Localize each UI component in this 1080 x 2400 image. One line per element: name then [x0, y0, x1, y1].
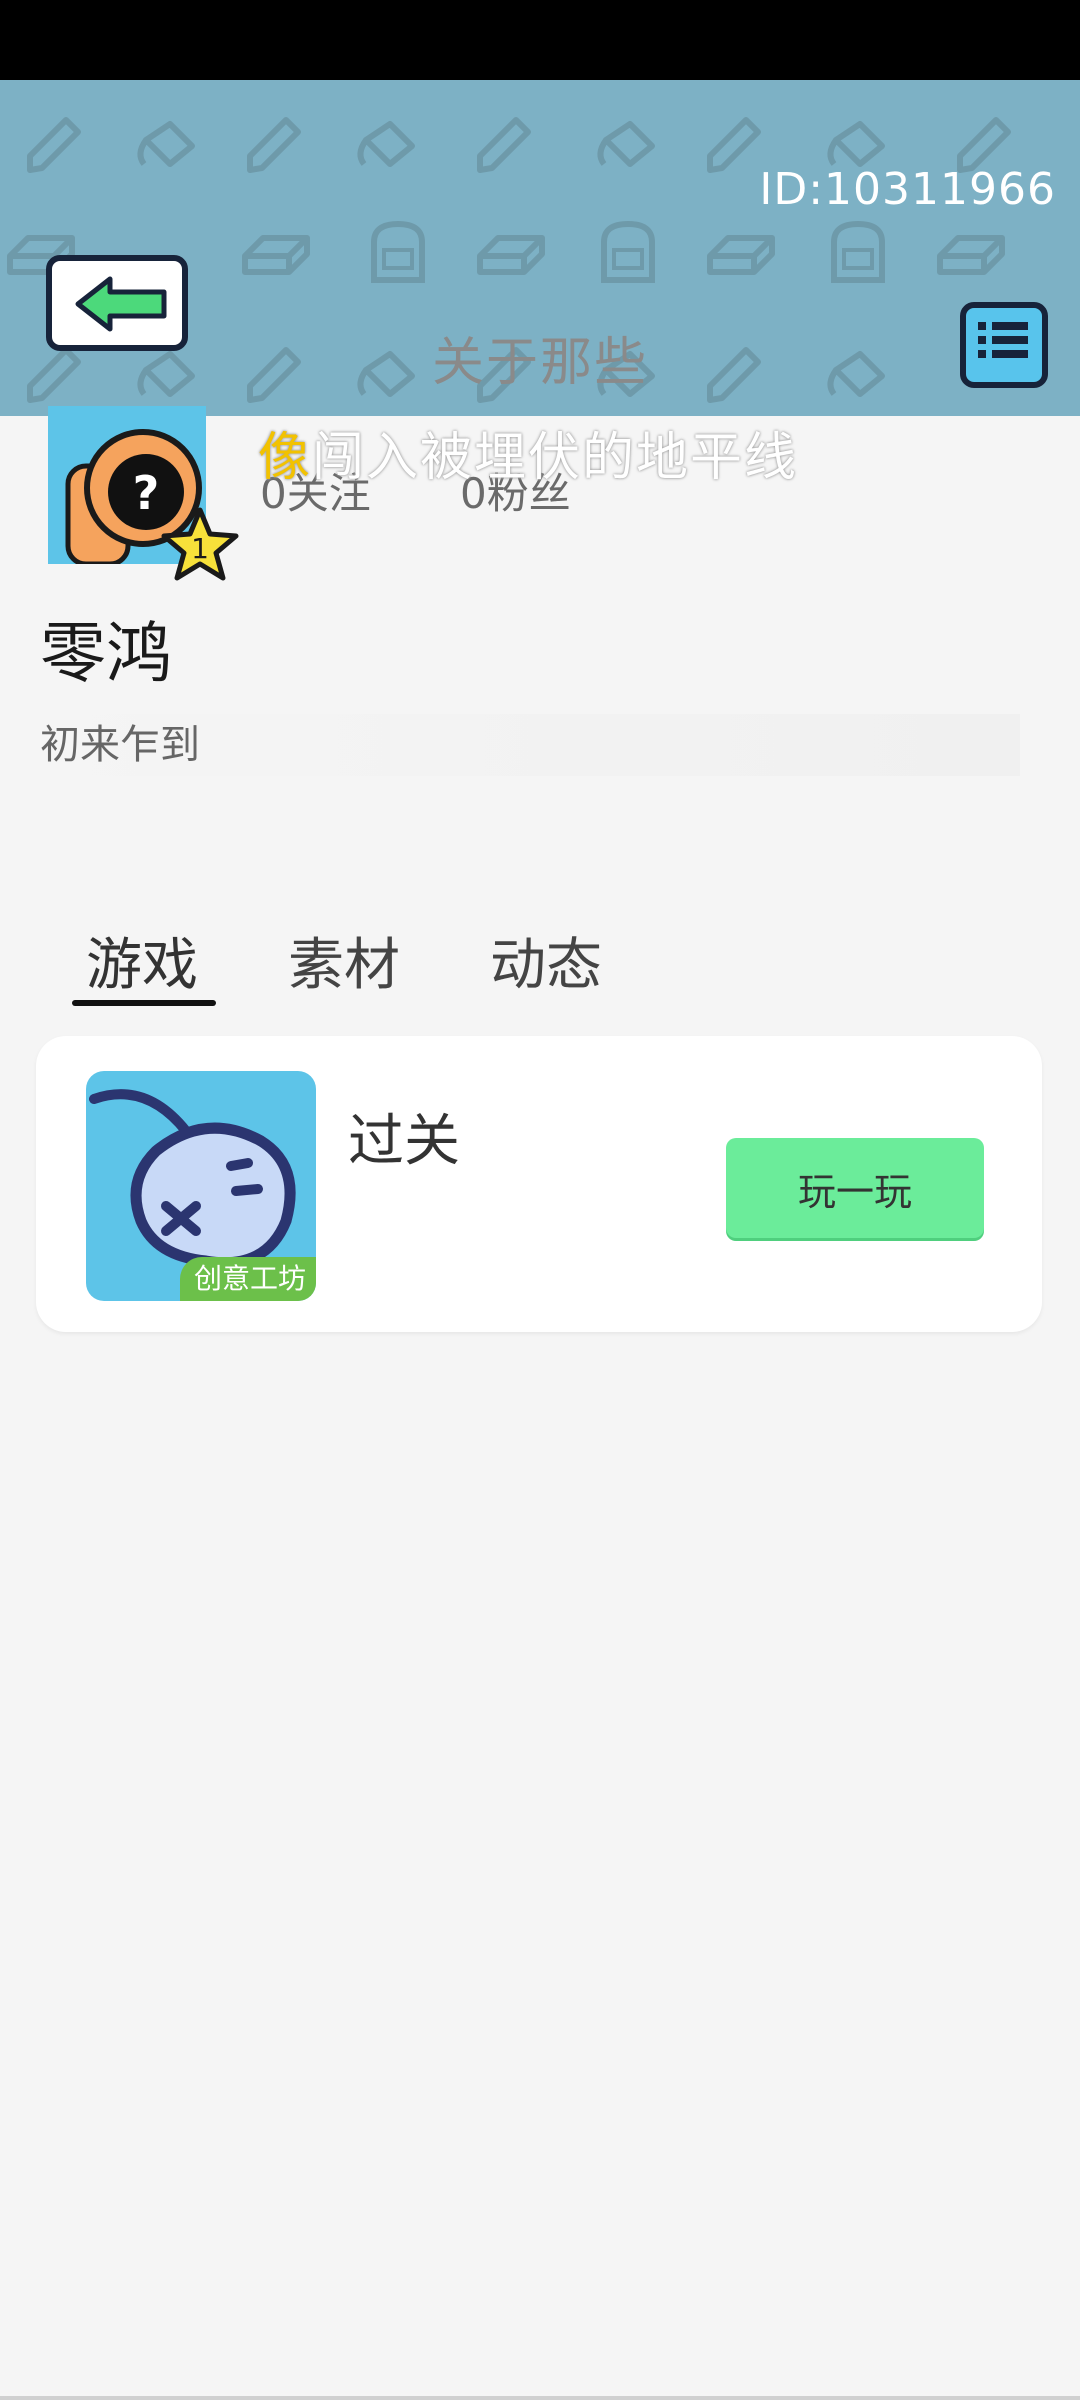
workshop-badge: 创意工坊 — [179, 1257, 316, 1301]
tab-games[interactable]: 游戏 — [86, 920, 198, 1001]
marquee-rest: 闯入被埋伏的地平线 — [312, 428, 799, 488]
username: 零鸿 — [40, 615, 172, 692]
bottom-divider — [0, 2396, 1080, 2400]
active-tab-indicator — [72, 1000, 216, 1006]
level-number: 1 — [191, 532, 209, 565]
bio: 初来乍到 — [40, 714, 1020, 776]
svg-text:?: ? — [133, 466, 160, 520]
level-star-icon: 1 — [161, 507, 239, 581]
marquee-text: 像闯入被埋伏的地平线 — [258, 415, 798, 490]
user-id: ID:10311966 — [759, 164, 1056, 215]
marquee-first-char: 像 — [258, 428, 313, 488]
header-title: 关于那些 — [431, 333, 648, 393]
profile-tabs: 游戏 素材 动态 — [0, 920, 1080, 1010]
game-thumbnail[interactable]: 创意工坊 — [86, 1071, 316, 1301]
play-button[interactable]: 玩一玩 — [726, 1138, 984, 1238]
tab-assets[interactable]: 素材 — [288, 920, 400, 1001]
profile-header: ID:10311966 关于那些 — [0, 80, 1080, 416]
status-bar — [0, 0, 1080, 80]
tab-feed[interactable]: 动态 — [490, 920, 602, 1001]
game-card[interactable]: 创意工坊 过关 玩一玩 — [36, 1036, 1042, 1332]
game-title: 过关 — [348, 1109, 460, 1174]
